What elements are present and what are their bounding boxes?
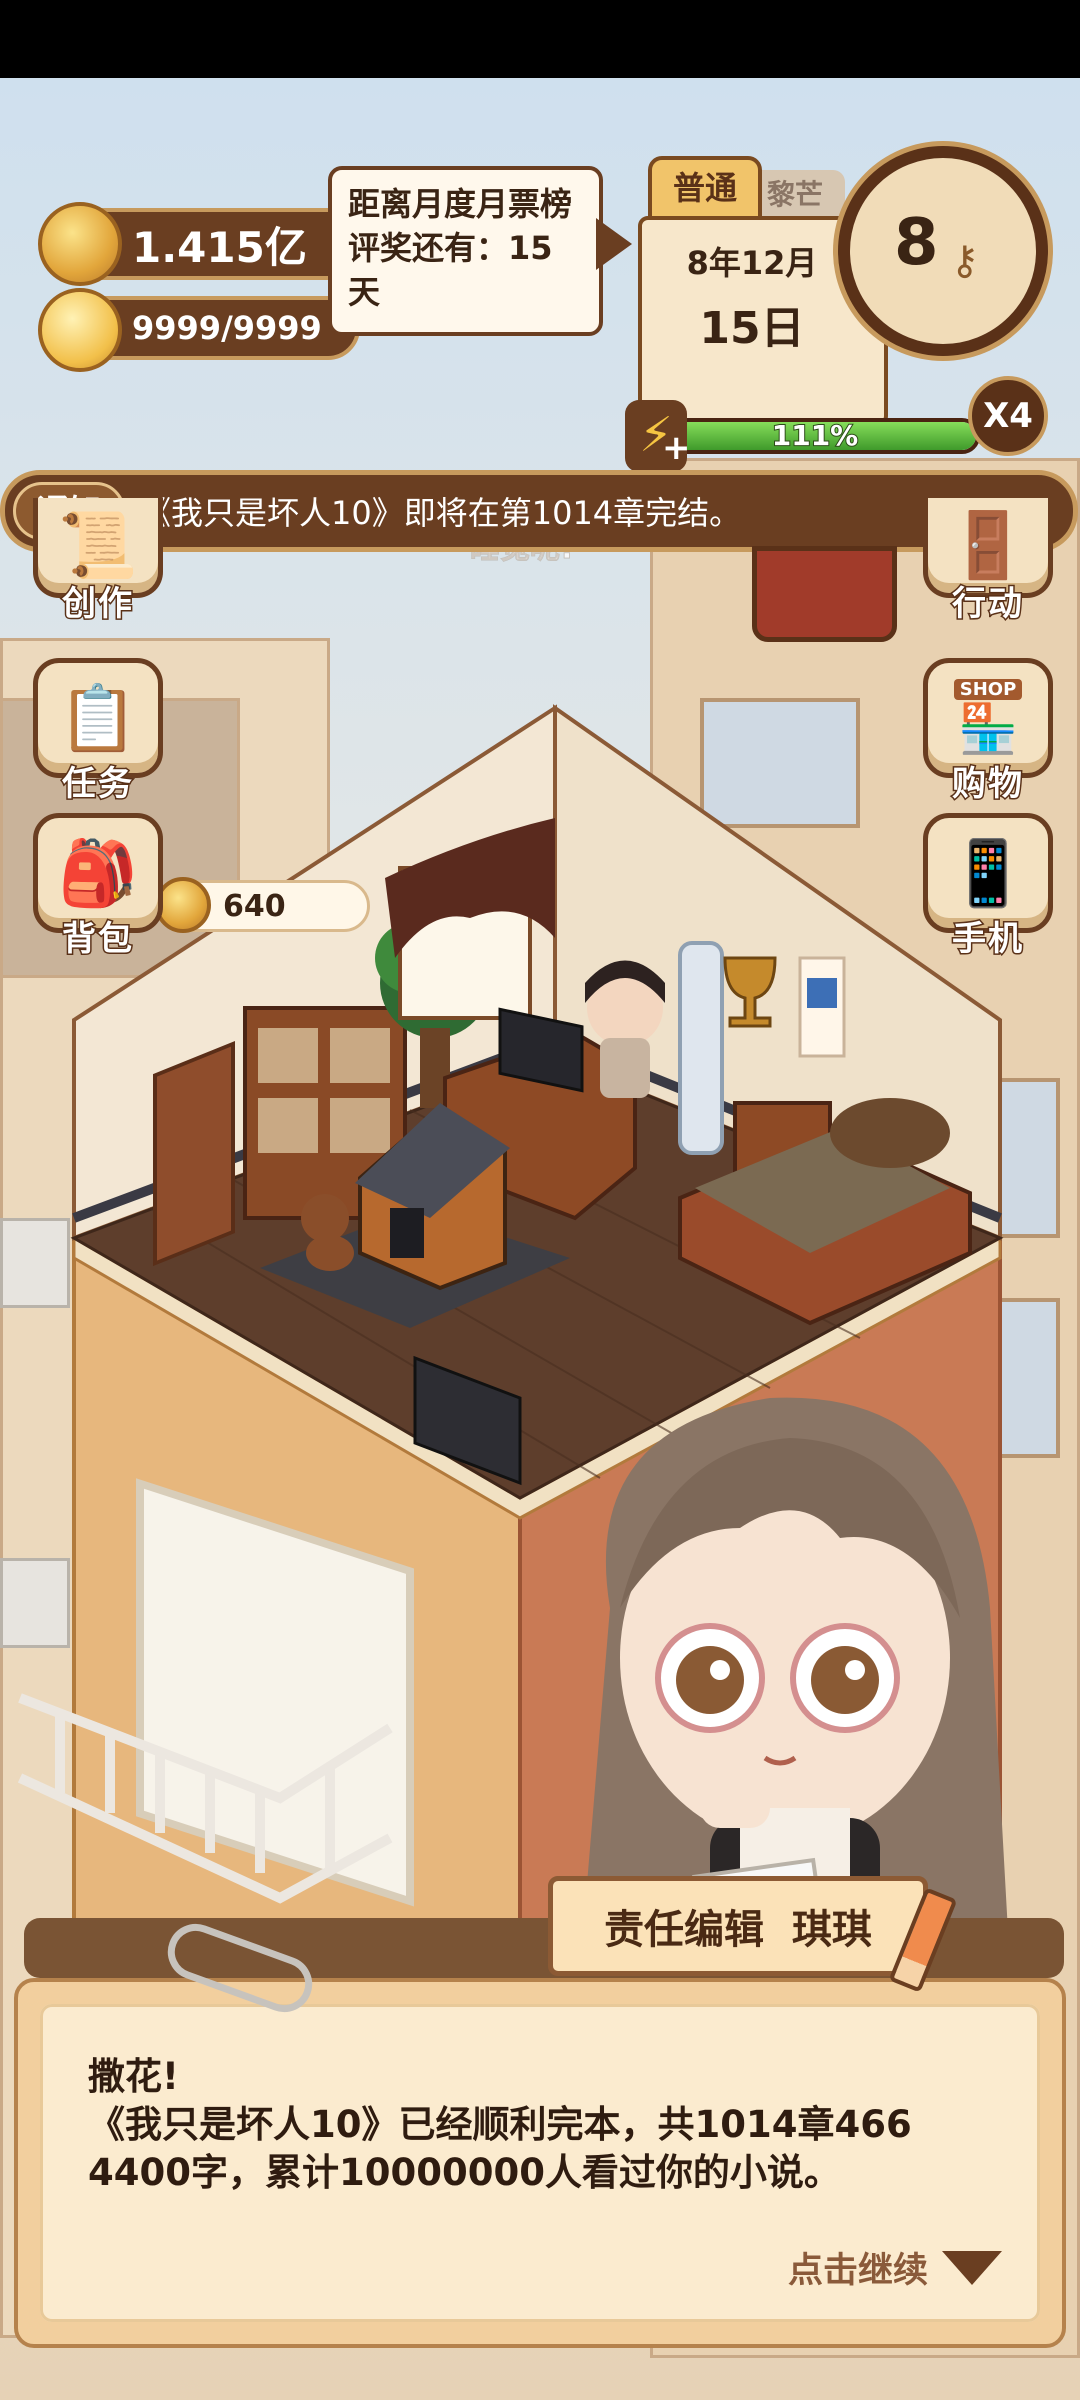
dialog-line-2: 《我只是坏人10》已经顺利完本，共1014章466: [88, 2103, 912, 2146]
multiplier-badge[interactable]: X4: [968, 376, 1048, 456]
ranking-tooltip: 距离月度月票榜评奖还有：15天: [328, 166, 603, 336]
create-label: 创作: [61, 583, 134, 626]
tasks-button[interactable]: 📋 任务: [28, 658, 168, 806]
tooltip-pointer: [596, 218, 632, 270]
shop-sign: SHOP: [953, 679, 1023, 700]
coin-icon: [38, 202, 122, 286]
backpack-label: 背包: [61, 918, 134, 961]
target-board[interactable]: [752, 546, 897, 642]
calendar-day: 15日: [699, 303, 805, 354]
phone-button[interactable]: 📱 手机: [918, 813, 1058, 961]
dog: [301, 1194, 349, 1242]
phone-label: 手机: [951, 918, 1024, 961]
shop-button[interactable]: SHOP 🏪 购物: [918, 658, 1058, 806]
notification-text: 《我只是坏人10》即将在第1014章完结。: [139, 494, 742, 532]
speaker-nameplate: 责任编辑 琪琪: [548, 1876, 928, 1976]
key-icon: ⚷: [950, 238, 980, 284]
action-label: 行动: [951, 583, 1024, 626]
dialog-line-3: 4400字，累计10000000人看过你的小说。: [88, 2151, 841, 2194]
action-button[interactable]: 🚪 行动: [918, 498, 1058, 626]
energy-counter[interactable]: 9999/9999: [38, 288, 360, 372]
game-scene: 睡觉呢! 640 1.415亿 9999/9999 距离月度月票榜评奖还有：15…: [0, 78, 1080, 2400]
dialog-box[interactable]: 撒花! 《我只是坏人10》已经顺利完本，共1014章466 4400字，累计10…: [14, 1978, 1066, 2348]
backpack-button[interactable]: 🎒 背包: [28, 813, 168, 961]
triangle-down-icon: [942, 2250, 1002, 2285]
shop-label: 购物: [951, 763, 1024, 806]
action-clock[interactable]: 8 ⚷: [838, 146, 1048, 356]
progress-label: 111%: [771, 418, 860, 453]
room-coin-reward[interactable]: 640: [155, 877, 370, 933]
room-door: [153, 1041, 235, 1267]
tasks-label: 任务: [61, 763, 134, 806]
continue-prompt[interactable]: 点击继续: [788, 2242, 1002, 2293]
tier-tab[interactable]: 普通: [648, 156, 762, 220]
continue-label: 点击继续: [787, 2251, 928, 2291]
dialog-line-1: 撒花!: [88, 2055, 179, 2098]
progress-plus-icon[interactable]: +: [662, 428, 691, 468]
lightbulb-icon: [38, 288, 122, 372]
calendar-month: 8年12月: [686, 244, 818, 282]
create-button[interactable]: 📜 创作: [28, 498, 168, 626]
money-counter[interactable]: 1.415亿: [38, 202, 370, 286]
speaker-name: 责任编辑 琪琪: [604, 1907, 872, 1953]
ranking-tooltip-text: 距离月度月票榜评奖还有：15天: [348, 185, 573, 311]
action-points-value: 8: [894, 206, 939, 280]
tower-fan: [678, 941, 724, 1155]
